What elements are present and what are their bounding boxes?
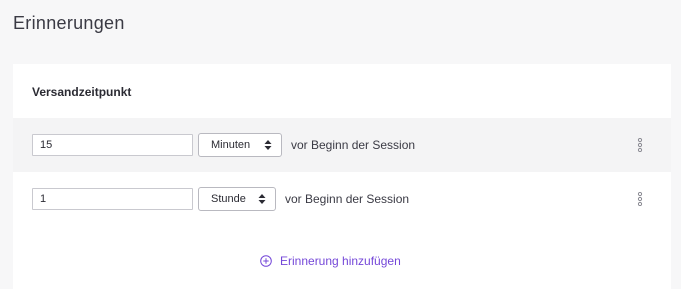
add-reminder-button[interactable]: Erinnerung hinzufügen [260,254,401,268]
more-vertical-icon[interactable] [637,192,643,206]
updown-icon [258,194,266,204]
add-reminder-label: Erinnerung hinzufügen [280,254,401,268]
reminder-row: Stunde vor Beginn der Session [13,172,671,226]
reminder-suffix: vor Beginn der Session [285,192,410,206]
amount-input[interactable] [32,188,193,210]
unit-select-value: Minuten [211,139,251,151]
unit-select[interactable]: Minuten [198,133,282,157]
plus-circle-icon [260,255,272,267]
unit-select-value: Stunde [211,193,246,205]
unit-select[interactable]: Stunde [198,187,276,211]
updown-icon [264,140,272,150]
reminders-card: Versandzeitpunkt Minuten vor Beginn der … [13,64,671,289]
more-vertical-icon[interactable] [637,138,643,152]
page-title: Erinnerungen [13,13,125,33]
section-label: Versandzeitpunkt [32,85,132,99]
amount-input[interactable] [32,134,193,156]
reminder-suffix: vor Beginn der Session [291,138,416,152]
reminder-row: Minuten vor Beginn der Session [13,118,671,172]
